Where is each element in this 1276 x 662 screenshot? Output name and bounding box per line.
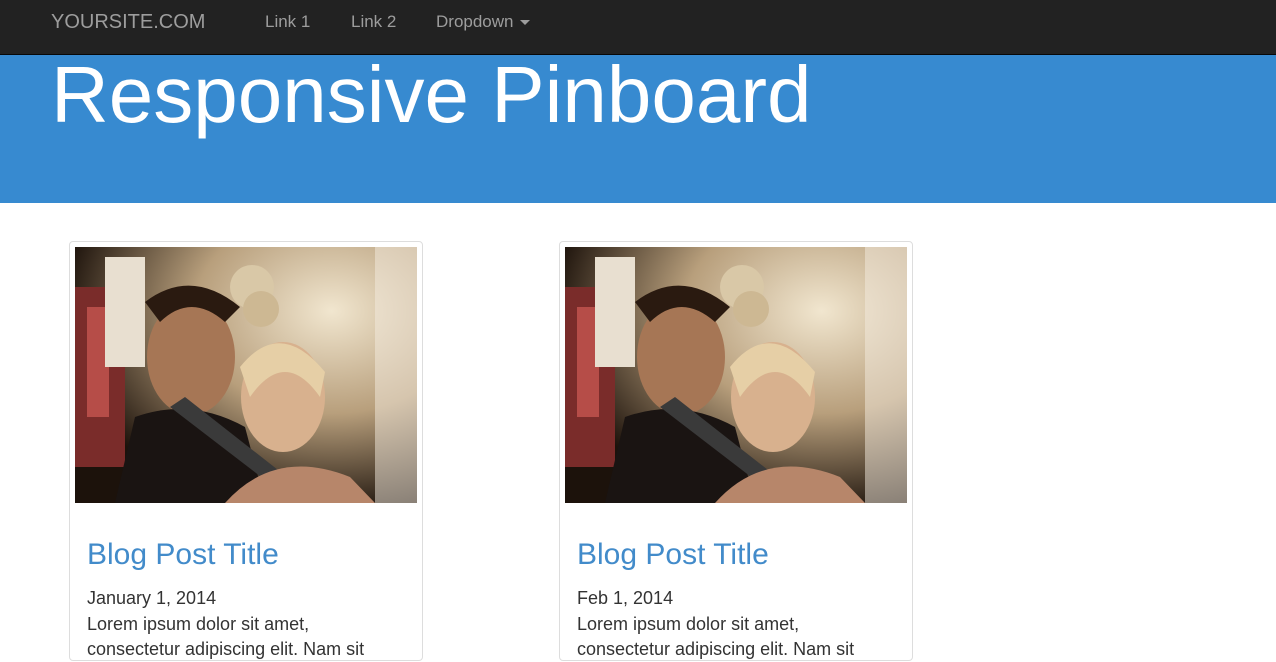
post-image[interactable] xyxy=(75,247,417,503)
post-card: Blog Post Title Feb 1, 2014 Lorem ipsum … xyxy=(559,241,913,661)
nav-link-2[interactable]: Link 2 xyxy=(351,0,396,44)
post-excerpt: Lorem ipsum dolor sit amet, consectetur … xyxy=(87,614,365,659)
nav-dropdown-label: Dropdown xyxy=(436,12,514,31)
post-image[interactable] xyxy=(565,247,907,503)
post-date: January 1, 2014 xyxy=(87,588,217,608)
post-excerpt: Lorem ipsum dolor sit amet, consectetur … xyxy=(577,614,855,659)
nav-dropdown[interactable]: Dropdown xyxy=(436,0,530,44)
nav-link-1[interactable]: Link 1 xyxy=(265,0,310,44)
top-navbar: YOURSITE.COM Link 1 Link 2 Dropdown xyxy=(0,0,1276,55)
post-title-link[interactable]: Blog Post Title xyxy=(577,538,769,572)
page-title: Responsive Pinboard xyxy=(51,50,812,139)
caret-down-icon xyxy=(519,20,530,26)
post-card: Blog Post Title January 1, 2014 Lorem ip… xyxy=(69,241,423,661)
post-date: Feb 1, 2014 xyxy=(577,588,674,608)
jumbotron: Responsive Pinboard xyxy=(0,51,1276,203)
brand-link[interactable]: YOURSITE.COM xyxy=(51,0,205,44)
post-title-link[interactable]: Blog Post Title xyxy=(87,538,279,572)
